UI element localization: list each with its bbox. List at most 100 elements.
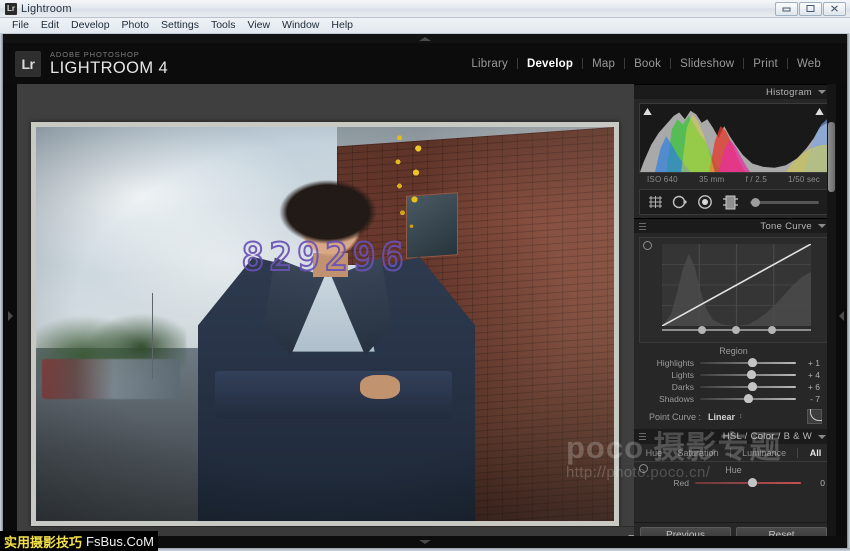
histogram-graph[interactable] (639, 103, 828, 173)
photo-vignette (36, 127, 614, 521)
adjustment-brush-slider[interactable] (750, 201, 819, 204)
menu-file[interactable]: File (6, 18, 35, 33)
chevron-updown-icon[interactable]: ↕ (739, 413, 743, 420)
slider-label-darks: Darks (644, 382, 700, 392)
chevron-left-icon (839, 311, 844, 321)
tone-curve-panel-header[interactable]: Tone Curve (634, 218, 833, 233)
menu-view[interactable]: View (241, 18, 276, 33)
slider-knob-shadows[interactable] (744, 394, 753, 403)
brand-superline: ADOBE PHOTOSHOP (50, 51, 168, 59)
tab-separator (730, 448, 731, 458)
module-print[interactable]: Print (744, 58, 787, 70)
menu-window[interactable]: Window (276, 18, 325, 33)
tone-curve-plot[interactable] (662, 244, 811, 326)
slider-track-lights[interactable] (700, 370, 796, 380)
right-panel-toggle[interactable] (836, 84, 847, 548)
tone-curve-panel: Region Highlights + 1 Lights (634, 233, 833, 429)
fsbus-site-text: FsBus.CoM (86, 534, 154, 549)
graduated-filter-icon[interactable] (722, 195, 739, 210)
identity-text: ADOBE PHOTOSHOP LIGHTROOM 4 (50, 51, 168, 77)
photo-id-watermark: 829296 (241, 235, 408, 279)
fsbus-watermark: 实用摄影技巧 FsBus.CoM (0, 531, 158, 551)
module-library[interactable]: Library (462, 58, 517, 70)
slider-track-highlights[interactable] (700, 358, 796, 368)
identity-plate[interactable]: Lr ADOBE PHOTOSHOP LIGHTROOM 4 (3, 51, 168, 77)
menu-develop[interactable]: Develop (65, 18, 116, 33)
edit-point-curve-button[interactable] (807, 409, 822, 424)
slider-knob-highlights[interactable] (748, 358, 757, 367)
panel-switch-icon[interactable] (639, 223, 646, 230)
module-web[interactable]: Web (788, 58, 830, 70)
content-area: 829296 Y Y (3, 84, 847, 548)
exif-readout: ISO 640 35 mm f / 2.5 1/50 sec (639, 173, 828, 187)
histogram-title: Histogram (766, 87, 812, 98)
hue-section-label: Hue (725, 465, 742, 475)
crop-overlay-icon[interactable] (648, 195, 663, 209)
slider-label-red: Red (639, 478, 695, 488)
hsl-tab-all[interactable]: All (806, 448, 826, 458)
panel-switch-icon[interactable] (639, 433, 646, 440)
slider-knob-red[interactable] (748, 478, 757, 487)
targeted-adjustment-icon[interactable] (639, 464, 648, 473)
exif-shutter-speed: 1/50 sec (788, 175, 820, 184)
exif-focal-length: 35 mm (699, 175, 724, 184)
slider-value-lights: + 4 (796, 370, 820, 380)
tone-curve-svg (662, 244, 811, 326)
scrollbar-thumb[interactable] (828, 122, 835, 192)
tone-curve-graph[interactable] (639, 237, 828, 343)
menu-help[interactable]: Help (325, 18, 359, 33)
slider-label-lights: Lights (644, 370, 700, 380)
histogram-panel-header[interactable]: Histogram (634, 84, 833, 99)
top-panel-toggle[interactable] (3, 34, 847, 43)
slider-lights[interactable]: Lights + 4 (639, 369, 828, 381)
slider-track-red[interactable] (695, 478, 801, 488)
menu-edit[interactable]: Edit (35, 18, 65, 33)
tone-curve-split-handles (662, 326, 811, 334)
spot-removal-icon[interactable] (672, 194, 688, 210)
chevron-down-icon (419, 540, 431, 544)
slider-knob-darks[interactable] (748, 382, 757, 391)
hsl-tab-luminance[interactable]: Luminance (738, 448, 790, 458)
menu-settings[interactable]: Settings (155, 18, 205, 33)
region-label: Region (639, 343, 828, 357)
hsl-tab-hue[interactable]: Hue (642, 448, 667, 458)
menu-tools[interactable]: Tools (205, 18, 242, 33)
split-handle-highlights[interactable] (768, 326, 776, 334)
slider-track-shadows[interactable] (700, 394, 796, 404)
slider-highlights[interactable]: Highlights + 1 (639, 357, 828, 369)
slider-knob-lights[interactable] (747, 370, 756, 379)
lightroom-logo-icon: Lr (15, 51, 41, 77)
slider-hue-red[interactable]: Red 0 (634, 477, 833, 489)
red-eye-icon[interactable] (697, 194, 713, 210)
window-titlebar: Lr Lightroom (0, 0, 850, 18)
histogram-panel: ISO 640 35 mm f / 2.5 1/50 sec (634, 99, 833, 187)
point-curve-label: Point Curve : (649, 412, 701, 422)
close-button[interactable] (823, 2, 846, 16)
image-viewer[interactable]: 829296 Y Y (17, 84, 634, 548)
menu-photo[interactable]: Photo (116, 18, 155, 33)
hsl-tab-saturation[interactable]: Saturation (673, 448, 722, 458)
hsl-panel-header[interactable]: HSL / Color / B & W (634, 429, 833, 444)
split-handle-midtones[interactable] (732, 326, 740, 334)
slider-shadows[interactable]: Shadows - 7 (639, 393, 828, 405)
slider-darks[interactable]: Darks + 6 (639, 381, 828, 393)
module-map[interactable]: Map (583, 58, 624, 70)
menubar: File Edit Develop Photo Settings Tools V… (0, 18, 850, 34)
targeted-adjustment-icon[interactable] (643, 241, 652, 250)
right-panel-scrollbar[interactable] (827, 84, 836, 548)
identity-plate-bar: Lr ADOBE PHOTOSHOP LIGHTROOM 4 Library D… (3, 43, 847, 84)
left-panel-toggle[interactable] (3, 84, 17, 548)
app-icon: Lr (5, 3, 17, 15)
module-slideshow[interactable]: Slideshow (671, 58, 743, 70)
point-curve-value[interactable]: Linear (708, 412, 735, 422)
module-develop[interactable]: Develop (518, 58, 582, 70)
window-controls (775, 2, 848, 16)
minimize-button[interactable] (775, 2, 798, 16)
module-book[interactable]: Book (625, 58, 670, 70)
split-handle-shadows[interactable] (698, 326, 706, 334)
brush-slider-knob[interactable] (751, 198, 760, 207)
maximize-button[interactable] (799, 2, 822, 16)
photo-canvas[interactable]: 829296 (36, 127, 614, 521)
exif-aperture: f / 2.5 (746, 175, 767, 184)
slider-track-darks[interactable] (700, 382, 796, 392)
